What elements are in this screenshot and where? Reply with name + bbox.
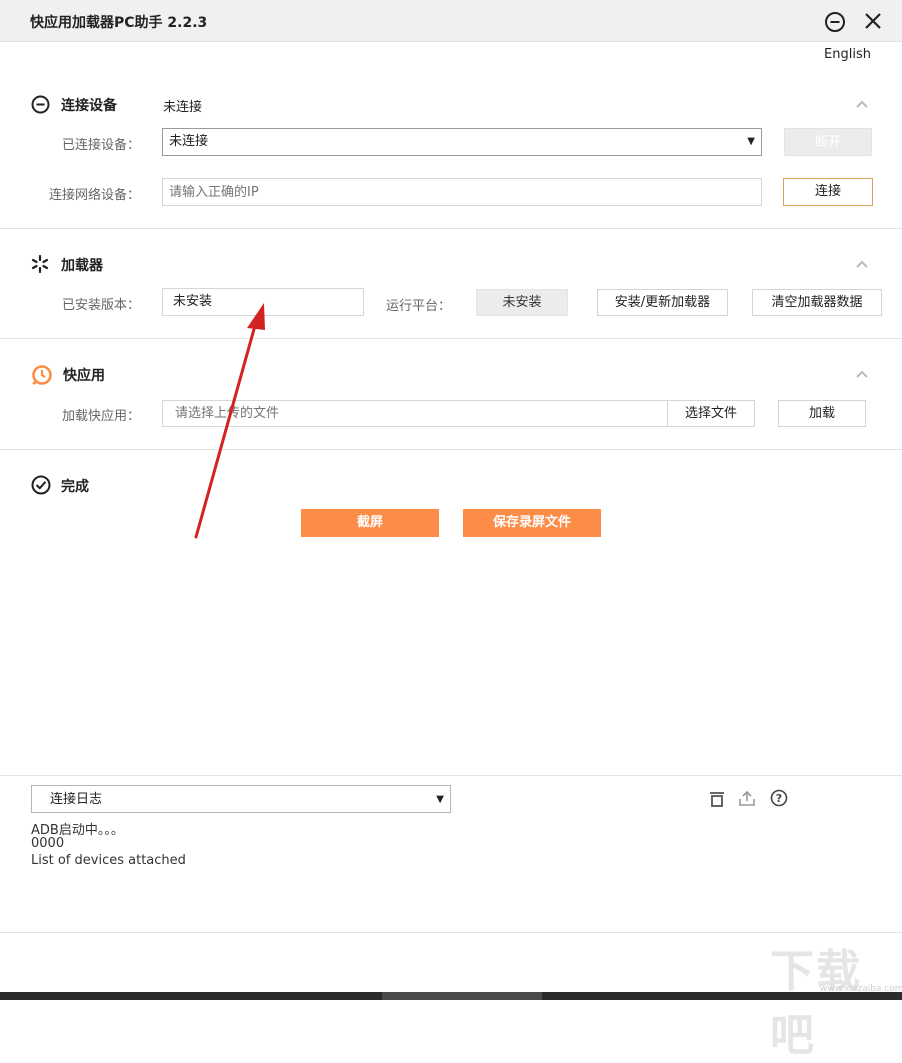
loader-spinner-icon xyxy=(31,254,49,274)
section-divider xyxy=(0,449,902,450)
disconnect-button[interactable]: 断开 xyxy=(784,128,872,156)
minimize-icon[interactable] xyxy=(824,11,846,33)
svg-text:?: ? xyxy=(776,792,782,805)
close-icon[interactable] xyxy=(863,11,883,31)
load-quickapp-label: 加载快应用： xyxy=(61,409,140,424)
log-line: List of devices attached xyxy=(31,853,186,868)
load-button[interactable]: 加载 xyxy=(778,400,866,427)
section-divider xyxy=(0,338,902,339)
platform-label: 运行平台： xyxy=(386,299,452,314)
ip-input[interactable] xyxy=(162,178,762,206)
connected-device-value: 未连接 xyxy=(169,134,209,149)
network-device-label: 连接网络设备： xyxy=(48,188,140,203)
collapse-loader-chevron-icon[interactable] xyxy=(855,257,869,271)
dropdown-arrow-icon: ▼ xyxy=(436,794,444,805)
platform-value: 未安装 xyxy=(476,289,568,316)
collapse-quickapp-chevron-icon[interactable] xyxy=(855,367,869,381)
done-check-icon xyxy=(31,475,51,495)
connect-button[interactable]: 连接 xyxy=(783,178,873,206)
app-title: 快应用加载器PC助手 2.2.3 xyxy=(30,15,208,31)
connected-device-label: 已连接设备： xyxy=(61,138,140,153)
installed-version-label: 已安装版本： xyxy=(61,298,140,313)
connect-device-icon xyxy=(31,95,50,114)
screenshot-button[interactable]: 截屏 xyxy=(301,509,439,537)
choose-file-button[interactable]: 选择文件 xyxy=(667,400,755,427)
log-line: 0000 xyxy=(31,836,65,851)
file-path-input[interactable] xyxy=(162,400,668,427)
install-update-loader-button[interactable]: 安装/更新加载器 xyxy=(597,289,728,316)
loader-section-title: 加载器 xyxy=(61,258,103,274)
export-log-icon[interactable] xyxy=(738,789,756,807)
dropdown-arrow-icon: ▼ xyxy=(747,136,755,147)
language-switch[interactable]: English xyxy=(824,47,871,62)
save-recording-button[interactable]: 保存录屏文件 xyxy=(463,509,601,537)
installed-version-value: 未安装 xyxy=(162,288,364,316)
quickapp-logo-icon xyxy=(32,365,52,386)
log-divider xyxy=(0,775,902,776)
connection-status: 未连接 xyxy=(163,100,203,115)
footer-divider xyxy=(0,932,902,933)
taskbar-item[interactable] xyxy=(382,992,542,1000)
collapse-connect-chevron-icon[interactable] xyxy=(855,97,869,111)
quickapp-section-title: 快应用 xyxy=(63,368,105,384)
log-type-select[interactable]: 连接日志 ▼ xyxy=(31,785,451,813)
done-section-title: 完成 xyxy=(61,479,89,495)
connected-device-select[interactable]: 未连接 ▼ xyxy=(162,128,762,156)
clear-log-icon[interactable] xyxy=(708,790,726,808)
clear-loader-data-button[interactable]: 清空加载器数据 xyxy=(752,289,882,316)
connect-section-title: 连接设备 xyxy=(61,98,117,114)
help-icon[interactable]: ? xyxy=(770,789,788,807)
log-type-value: 连接日志 xyxy=(50,792,103,807)
section-divider xyxy=(0,228,902,229)
